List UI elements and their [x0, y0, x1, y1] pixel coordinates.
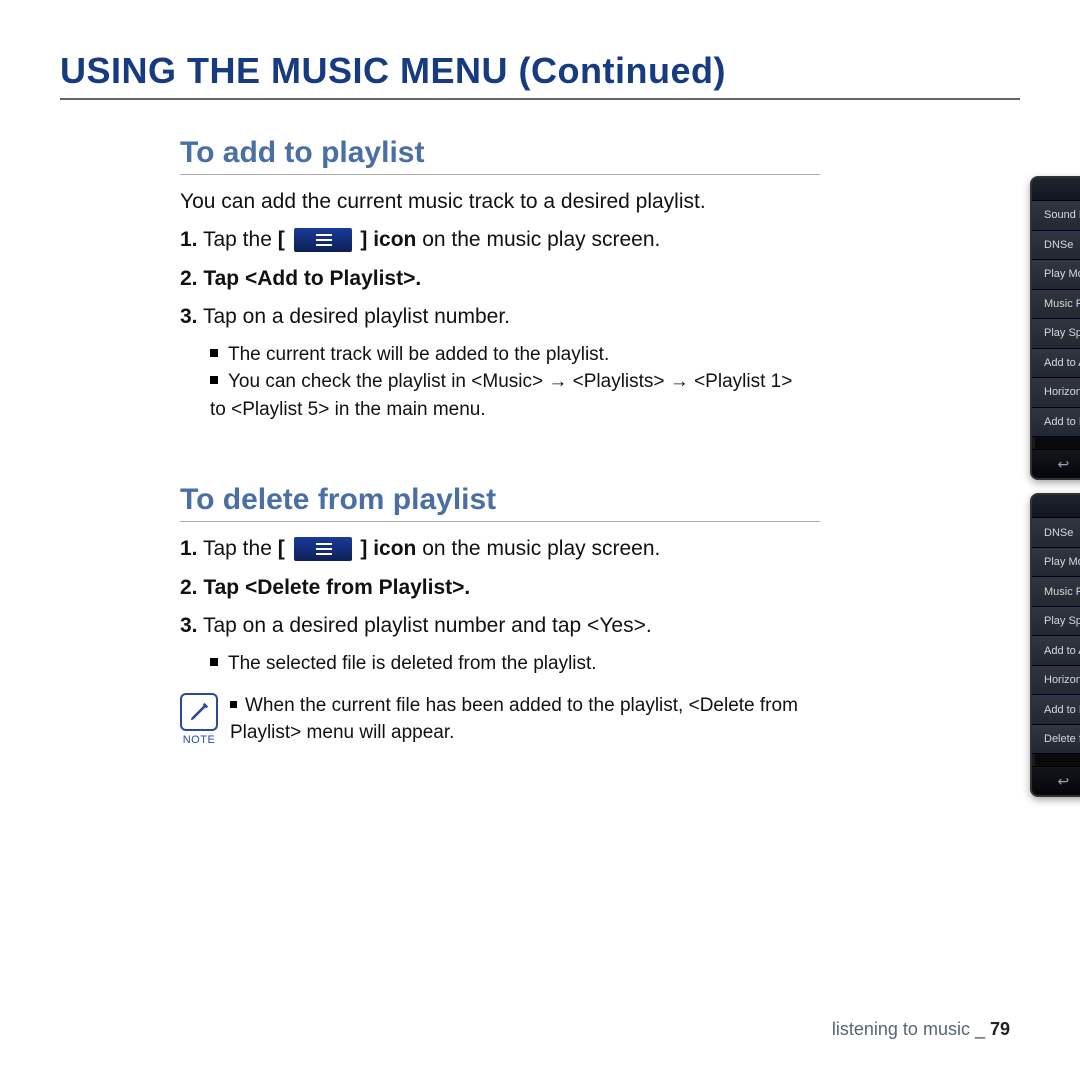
device-menu-item: Add to Alarm: [1032, 349, 1080, 379]
device-menu-item: Add to Playlist: [1032, 695, 1080, 725]
step-text: Tap on a desired playlist number and tap…: [203, 614, 652, 637]
note-icon: [180, 693, 218, 731]
step-1: 1. Tap the [ ] icon on the music play sc…: [180, 534, 810, 564]
step-2: 2. Tap <Add to Playlist>.: [180, 264, 810, 294]
section-add-to-playlist: To add to playlist You can add the curre…: [180, 136, 1020, 423]
device-statusbar: 06:14 PM: [1032, 495, 1080, 518]
step-text: Tap the [ ] icon on the music play scree…: [203, 537, 660, 560]
device-menu-item: DNSe: [1032, 231, 1080, 261]
device-menu-list: Sound Effect DNSe Play Mode Music Play S…: [1032, 201, 1080, 437]
step-text: Tap the [ ] icon on the music play scree…: [203, 228, 660, 251]
device-menu-item: Music Play Screen: [1032, 577, 1080, 607]
step-text: Tap <Delete from Playlist>.: [203, 576, 470, 599]
device-statusbar: 06:14 PM: [1032, 178, 1080, 201]
section-delete-from-playlist: To delete from playlist 1. Tap the [ ] i…: [180, 483, 1020, 749]
step-3: 3. Tap on a desired playlist number and …: [180, 611, 810, 641]
step-text: Tap on a desired playlist number.: [203, 305, 510, 328]
menu-icon: [294, 228, 352, 252]
device-menu-item: Play Mode: [1032, 260, 1080, 290]
device-mockup-add: 06:14 PM Sound Effect DNSe Play Mode Mus…: [1030, 176, 1080, 480]
bullet-icon: [210, 349, 218, 357]
device-menu-item: Add to Playlist: [1032, 408, 1080, 438]
step-number: 1.: [180, 537, 198, 560]
back-icon: ↩: [1057, 456, 1069, 473]
device-menu-item: Delete from Playlist: [1032, 725, 1080, 755]
back-icon: ↩: [1057, 773, 1069, 790]
note-block: NOTE When the current file has been adde…: [180, 693, 810, 749]
section-body: You can add the current music track to a…: [180, 187, 810, 423]
sub-bullet: The selected file is deleted from the pl…: [210, 650, 810, 678]
device-menu-item: Play Speed: [1032, 319, 1080, 349]
device-menu-item: Sound Effect: [1032, 201, 1080, 231]
intro-text: You can add the current music track to a…: [180, 187, 810, 217]
note-label: NOTE: [183, 733, 216, 749]
sub-bullet: You can check the playlist in <Music> → …: [210, 368, 810, 423]
sub-bullet: The current track will be added to the p…: [210, 341, 810, 369]
step-number: 2.: [180, 267, 198, 290]
device-menu-item: DNSe: [1032, 518, 1080, 548]
device-mockup-delete: 06:14 PM DNSe Play Mode Music Play Scree…: [1030, 493, 1080, 797]
bullet-icon: [210, 658, 218, 666]
device-menu-item: Horizontal Stroke: [1032, 378, 1080, 408]
page-title: USING THE MUSIC MENU (Continued): [60, 50, 1020, 100]
bullet-icon: [210, 376, 218, 384]
device-menu-item: Horizontal Stroke: [1032, 666, 1080, 696]
step-1: 1. Tap the [ ] icon on the music play sc…: [180, 225, 810, 255]
manual-page: USING THE MUSIC MENU (Continued) To add …: [0, 0, 1080, 1080]
device-menu-item: Play Speed: [1032, 607, 1080, 637]
device-menu-item: Add to Alarm: [1032, 636, 1080, 666]
device-menu-list: DNSe Play Mode Music Play Screen Play Sp…: [1032, 518, 1080, 754]
device-bottom-bar: ↩ ≡ A↔B: [1032, 766, 1080, 795]
step-number: 1.: [180, 228, 198, 251]
note-text: When the current file has been added to …: [230, 693, 810, 746]
section-heading: To add to playlist: [180, 136, 820, 175]
step-text: Tap <Add to Playlist>.: [203, 267, 421, 290]
device-menu-item: Play Mode: [1032, 548, 1080, 578]
note-badge-column: NOTE: [180, 693, 218, 749]
device-menu-item: Music Play Screen: [1032, 290, 1080, 320]
device-bottom-bar: ↩ ≡ A↔B: [1032, 449, 1080, 478]
menu-icon: [294, 537, 352, 561]
step-3: 3. Tap on a desired playlist number.: [180, 302, 810, 332]
step-2: 2. Tap <Delete from Playlist>.: [180, 573, 810, 603]
bullet-icon: [230, 701, 237, 708]
page-footer: listening to music _ 79: [832, 1019, 1010, 1040]
section-heading: To delete from playlist: [180, 483, 820, 522]
step-number: 3.: [180, 305, 198, 328]
step-number: 3.: [180, 614, 198, 637]
step-number: 2.: [180, 576, 198, 599]
footer-page-number: 79: [990, 1019, 1010, 1039]
footer-chapter: listening to music: [832, 1019, 970, 1039]
section-body: 1. Tap the [ ] icon on the music play sc…: [180, 534, 810, 749]
